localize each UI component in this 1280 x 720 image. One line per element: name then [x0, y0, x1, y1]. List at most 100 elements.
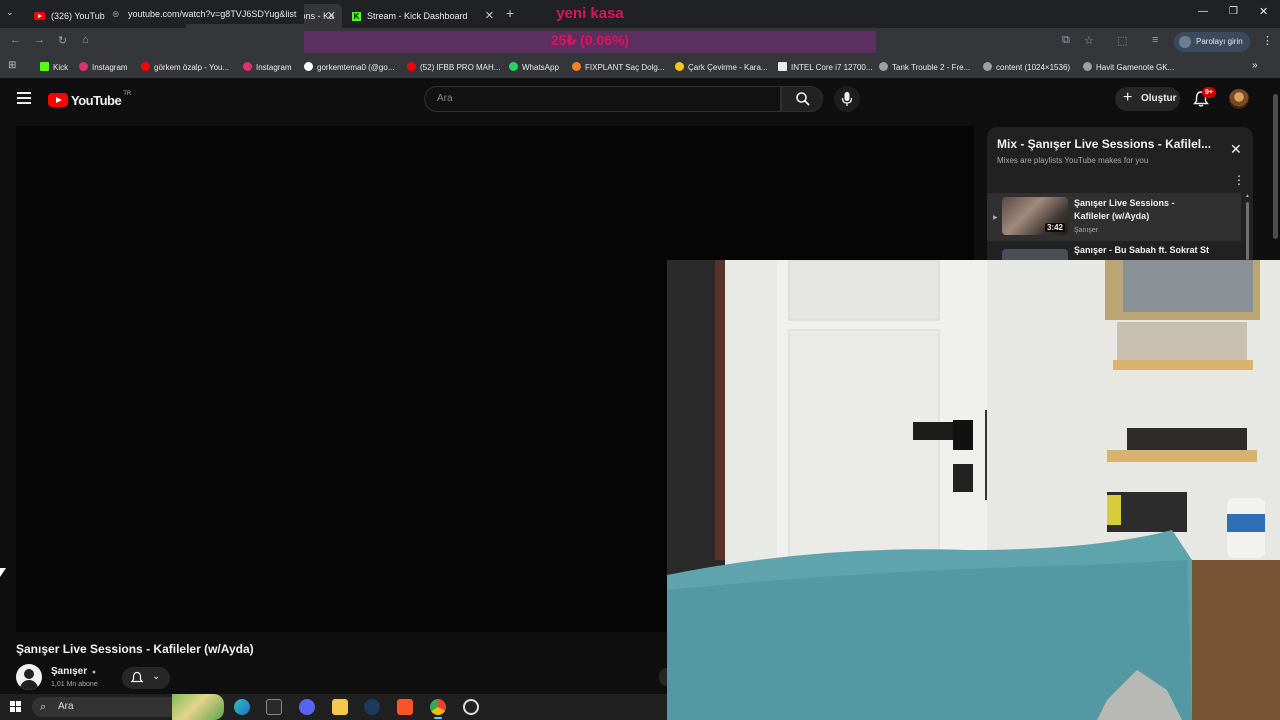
tab-kick-dashboard[interactable]: K Stream - Kick Dashboard ✕ — [344, 4, 500, 28]
region-code: TR — [123, 91, 132, 97]
like-button[interactable] — [659, 668, 667, 686]
obs-icon[interactable] — [463, 699, 479, 715]
create-button[interactable]: + Oluştur — [1115, 87, 1180, 111]
page-scrollbar[interactable] — [1271, 80, 1280, 260]
playlist-scrollbar[interactable]: ▲ — [1245, 193, 1250, 260]
file-explorer-icon[interactable] — [332, 699, 348, 715]
bookmark-tiktok[interactable]: gorkemtema0 (@go... — [304, 62, 394, 72]
bookmark-star-icon[interactable]: ☆ — [1084, 34, 1094, 47]
instagram-icon — [243, 62, 252, 71]
bookmark-content[interactable]: content (1024×1536) — [983, 62, 1070, 72]
account-avatar[interactable] — [1229, 89, 1249, 109]
reload-icon[interactable]: ↻ — [58, 34, 67, 47]
bookmark-ifbb[interactable]: (52) IFBB PRO MAH... — [407, 62, 500, 72]
reading-list-icon[interactable]: ≡ — [1152, 34, 1158, 46]
back-icon[interactable]: ← — [10, 34, 21, 46]
browser-menu-icon[interactable]: ⋮ — [1262, 34, 1273, 47]
brave-icon[interactable] — [397, 699, 413, 715]
bookmark-havit[interactable]: Havit Gamenote GK... — [1083, 62, 1174, 72]
search-button[interactable] — [781, 86, 823, 112]
wheel-icon — [675, 62, 684, 71]
globe-icon — [983, 62, 992, 71]
bookmark-kick[interactable]: Kick — [40, 62, 68, 72]
video-thumbnail — [1002, 249, 1068, 260]
create-label: Oluştur — [1141, 93, 1177, 104]
playlist-more-icon[interactable]: ⋮ — [1233, 173, 1245, 187]
install-app-icon[interactable]: ⧉ — [1062, 34, 1070, 47]
playlist-item-channel: Şanışer — [1074, 227, 1099, 234]
microphone-icon — [841, 92, 853, 106]
bookmark-instagram-1[interactable]: Instagram — [79, 62, 128, 72]
close-playlist-icon[interactable]: ✕ — [1230, 141, 1242, 158]
playlist-item[interactable]: Şanışer - Bu Sabah ft. Sokrat St — [987, 243, 1241, 260]
instagram-icon — [79, 62, 88, 71]
profile-label: Parolayı girin — [1196, 37, 1243, 46]
bookmark-gorkem-youtube[interactable]: görkem özalp - You... — [141, 62, 229, 72]
bookmark-whatsapp[interactable]: WhatsApp — [509, 62, 559, 72]
thumbnail-duration: 3:42 — [1044, 223, 1065, 232]
plus-icon: + — [1123, 89, 1133, 106]
address-bar[interactable]: ⊜ youtube.com/watch?v=g8TVJ6SDYug&list — [104, 4, 304, 24]
search-highlight-image — [172, 694, 224, 720]
forward-icon[interactable]: → — [34, 34, 45, 46]
webcam-overlay — [667, 260, 1280, 720]
channel-name[interactable]: Şanışer ● — [51, 666, 96, 677]
kick-favicon-icon: K — [352, 11, 361, 21]
discord-icon[interactable] — [299, 699, 315, 715]
chevron-down-icon: ⌄ — [152, 671, 161, 682]
maximize-button[interactable]: ❐ — [1229, 6, 1238, 17]
voice-search-button[interactable] — [834, 86, 860, 112]
tab-close-icon[interactable]: ✕ — [327, 9, 336, 22]
bookmark-fixplant[interactable]: FIXPLANT Saç Dolg... — [572, 62, 664, 72]
bookmark-tank-trouble[interactable]: Tank Trouble 2 - Fre... — [879, 62, 970, 72]
playlist-item-title: Şanışer - Bu Sabah ft. Sokrat St — [1074, 245, 1210, 255]
home-icon[interactable]: ⌂ — [82, 34, 89, 46]
search-icon: ⌕ — [40, 701, 47, 713]
verified-icon: ● — [91, 669, 97, 676]
kick-icon — [40, 62, 49, 71]
windows-start-icon[interactable] — [10, 701, 22, 713]
hamburger-menu-icon[interactable] — [17, 92, 31, 104]
webcam-scene — [667, 260, 1280, 720]
url-text: youtube.com/watch?v=g8TVJ6SDYug&list — [128, 9, 297, 19]
playlist-subtitle: Mixes are playlists YouTube makes for yo… — [997, 156, 1149, 165]
profile-button[interactable]: Parolayı girin — [1174, 32, 1250, 52]
minimize-button[interactable]: — — [1198, 6, 1208, 17]
bookmarks-overflow-icon[interactable]: » — [1252, 60, 1258, 71]
tab-title: (326) YouTube — [51, 11, 110, 21]
globe-icon — [879, 62, 888, 71]
video-thumbnail: 3:42 — [1002, 197, 1068, 235]
playlist-item[interactable]: ▶ 3:42 Şanışer Live Sessions - Kafileler… — [987, 193, 1241, 241]
fixplant-icon — [572, 62, 581, 71]
now-playing-icon: ▶ — [993, 215, 998, 221]
extensions-icon[interactable]: ⬚ — [1117, 34, 1127, 47]
close-window-button[interactable]: ✕ — [1259, 5, 1268, 18]
subscribe-notification-button[interactable]: ⌄ — [122, 667, 170, 689]
globe-icon — [1083, 62, 1092, 71]
mouse-cursor-icon — [0, 568, 6, 577]
store-icon[interactable] — [266, 699, 282, 715]
playlist-title[interactable]: Mix - Şanışer Live Sessions - Kafilel... — [997, 137, 1211, 151]
stream-overlay-title: yeni kasa — [556, 5, 624, 22]
channel-avatar[interactable] — [16, 664, 42, 690]
search-input[interactable]: Ara — [424, 86, 781, 112]
site-info-icon[interactable]: ⊜ — [112, 4, 120, 24]
apps-grid-icon[interactable]: ⊞ — [8, 60, 16, 71]
stream-overlay-percent: 25₺ (0.06%) — [550, 32, 630, 48]
steam-icon[interactable] — [364, 699, 380, 715]
tab-close-icon[interactable]: ✕ — [485, 9, 494, 22]
youtube-icon — [407, 62, 416, 71]
taskbar-search-label: Ara — [58, 701, 74, 712]
tab-search-icon[interactable]: ⌄ — [6, 7, 14, 18]
whatsapp-icon — [509, 62, 518, 71]
edge-icon[interactable] — [234, 699, 250, 715]
playlist-item-title: Şanışer Live Sessions - Kafileler (w/Ayd… — [1074, 198, 1175, 221]
bookmark-cark-cevirme[interactable]: Çark Çevirme - Kara... — [675, 62, 768, 72]
taskbar-search[interactable]: ⌕ Ara — [32, 697, 172, 717]
notifications-button[interactable]: 9+ — [1192, 87, 1216, 110]
bookmark-intel[interactable]: INTEL Core i7 12700... — [778, 62, 873, 72]
bookmark-instagram-2[interactable]: Instagram — [243, 62, 292, 72]
chrome-icon[interactable] — [430, 699, 446, 715]
youtube-logo[interactable]: YouTube TR — [48, 91, 132, 108]
youtube-logo-icon — [48, 93, 68, 107]
